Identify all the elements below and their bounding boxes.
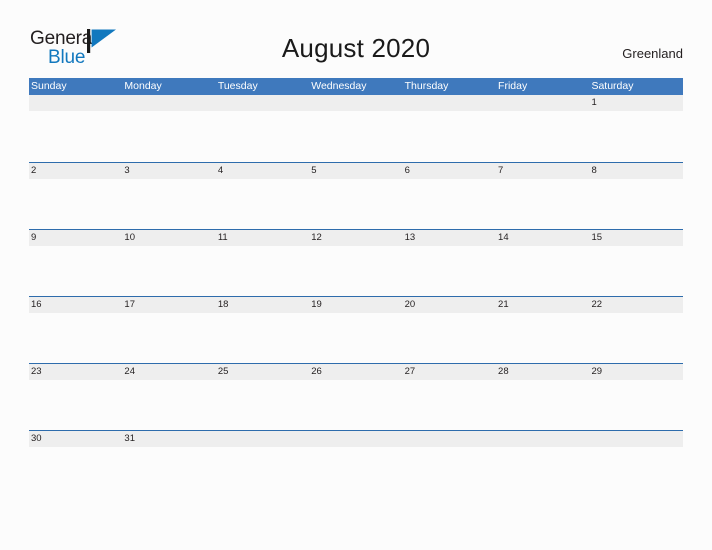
day-cell[interactable]: 21 xyxy=(496,297,589,313)
day-cell[interactable]: 1 xyxy=(589,95,682,111)
day-cell[interactable]: 11 xyxy=(216,230,309,246)
day-cell[interactable]: 14 xyxy=(496,230,589,246)
day-cell[interactable]: 24 xyxy=(122,364,215,380)
day-cell[interactable]: 5 xyxy=(309,163,402,179)
week-row: 1 xyxy=(29,95,683,162)
week-event-area[interactable] xyxy=(29,380,683,430)
day-cell[interactable]: 17 xyxy=(122,297,215,313)
day-cell[interactable] xyxy=(309,95,402,111)
day-cell[interactable]: 19 xyxy=(309,297,402,313)
day-cell[interactable]: 4 xyxy=(216,163,309,179)
day-cell[interactable] xyxy=(122,95,215,111)
day-cell[interactable]: 12 xyxy=(309,230,402,246)
week-row: 9 10 11 12 13 14 15 xyxy=(29,229,683,296)
day-cell[interactable] xyxy=(309,431,402,447)
day-cell[interactable]: 15 xyxy=(589,230,682,246)
day-cell[interactable]: 25 xyxy=(216,364,309,380)
weekday-header-monday: Monday xyxy=(124,80,162,92)
week-day-numbers: 16 17 18 19 20 21 22 xyxy=(29,297,683,313)
weekday-header-thursday: Thursday xyxy=(404,80,449,92)
day-cell[interactable] xyxy=(29,95,122,111)
day-cell[interactable] xyxy=(403,95,496,111)
weekday-header-saturday: Saturday xyxy=(591,80,634,92)
calendar-table: Sunday Monday Tuesday Wednesday Thursday… xyxy=(29,78,683,497)
calendar-page: General Blue August 2020 Greenland Sunda… xyxy=(0,0,712,550)
page-header: General Blue August 2020 Greenland xyxy=(0,0,712,76)
week-event-area[interactable] xyxy=(29,447,683,497)
day-cell[interactable] xyxy=(589,431,682,447)
day-cell[interactable]: 22 xyxy=(589,297,682,313)
day-cell[interactable]: 13 xyxy=(403,230,496,246)
day-cell[interactable] xyxy=(216,95,309,111)
day-cell[interactable] xyxy=(216,431,309,447)
day-cell[interactable]: 29 xyxy=(589,364,682,380)
weekday-header-friday: Friday xyxy=(498,80,528,92)
week-row: 23 24 25 26 27 28 29 xyxy=(29,363,683,430)
week-event-area[interactable] xyxy=(29,313,683,363)
week-row: 16 17 18 19 20 21 22 xyxy=(29,296,683,363)
week-day-numbers: 30 31 xyxy=(29,431,683,447)
day-cell[interactable]: 20 xyxy=(403,297,496,313)
day-cell[interactable]: 16 xyxy=(29,297,122,313)
day-cell[interactable] xyxy=(496,95,589,111)
day-cell[interactable]: 31 xyxy=(122,431,215,447)
weekday-header-sunday: Sunday xyxy=(31,80,67,92)
week-event-area[interactable] xyxy=(29,246,683,296)
weekday-header-tuesday: Tuesday xyxy=(217,80,258,92)
day-cell[interactable]: 2 xyxy=(29,163,122,179)
day-cell[interactable]: 18 xyxy=(216,297,309,313)
week-row: 30 31 xyxy=(29,430,683,497)
week-day-numbers: 9 10 11 12 13 14 15 xyxy=(29,230,683,246)
day-cell[interactable]: 23 xyxy=(29,364,122,380)
day-cell[interactable]: 9 xyxy=(29,230,122,246)
day-cell[interactable]: 30 xyxy=(29,431,122,447)
day-cell[interactable]: 27 xyxy=(403,364,496,380)
week-day-numbers: 1 xyxy=(29,95,683,111)
day-cell[interactable] xyxy=(496,431,589,447)
week-day-numbers: 23 24 25 26 27 28 29 xyxy=(29,364,683,380)
day-cell[interactable] xyxy=(403,431,496,447)
day-cell[interactable]: 28 xyxy=(496,364,589,380)
day-cell[interactable]: 8 xyxy=(589,163,682,179)
week-day-numbers: 2 3 4 5 6 7 8 xyxy=(29,163,683,179)
weekday-header-row: Sunday Monday Tuesday Wednesday Thursday… xyxy=(29,78,683,95)
weekday-header-wednesday: Wednesday xyxy=(311,80,367,92)
week-event-area[interactable] xyxy=(29,111,683,161)
day-cell[interactable]: 3 xyxy=(122,163,215,179)
day-cell[interactable]: 7 xyxy=(496,163,589,179)
day-cell[interactable]: 6 xyxy=(403,163,496,179)
week-event-area[interactable] xyxy=(29,179,683,229)
day-cell[interactable]: 26 xyxy=(309,364,402,380)
week-row: 2 3 4 5 6 7 8 xyxy=(29,162,683,229)
day-cell[interactable]: 10 xyxy=(122,230,215,246)
page-title: August 2020 xyxy=(281,33,431,63)
location-label: Greenland xyxy=(622,46,683,61)
